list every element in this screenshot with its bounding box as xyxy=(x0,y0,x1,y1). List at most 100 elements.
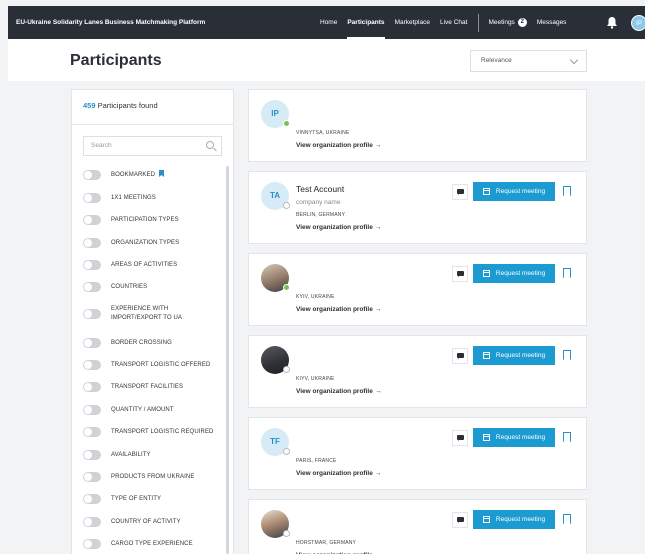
view-profile-link[interactable]: View organization profile→ xyxy=(296,470,381,477)
chat-button[interactable] xyxy=(452,430,468,446)
request-meeting-label: Request meeting xyxy=(495,516,546,523)
bell-icon[interactable] xyxy=(606,16,618,29)
filter-areas-of-activities[interactable]: AREAS OF ACTIVITIES xyxy=(83,260,177,270)
filter-1x1-meetings[interactable]: 1X1 MEETINGS xyxy=(83,193,156,203)
filter-bookmarked[interactable]: BOOKMARKED xyxy=(83,170,165,180)
arrow-right-icon: → xyxy=(374,142,382,149)
search-input[interactable]: Search xyxy=(83,136,222,156)
chat-button[interactable] xyxy=(452,184,468,200)
request-meeting-label: Request meeting xyxy=(495,352,546,359)
filter-toggle[interactable] xyxy=(83,193,101,203)
nav-participants[interactable]: Participants xyxy=(347,6,385,39)
view-profile-label: View organization profile xyxy=(296,142,373,149)
filter-toggle[interactable] xyxy=(83,338,101,348)
request-meeting-button[interactable]: Request meeting xyxy=(473,264,555,283)
filter-border-crossing[interactable]: BORDER CROSSING xyxy=(83,338,172,348)
view-profile-link[interactable]: View organization profile→ xyxy=(296,306,381,313)
offline-status-dot xyxy=(283,202,290,209)
request-meeting-label: Request meeting xyxy=(495,434,546,441)
avatar-initials: TA xyxy=(269,191,281,200)
calendar-icon xyxy=(482,516,490,523)
filter-label: PARTICIPATION TYPES xyxy=(111,216,179,223)
request-meeting-button[interactable]: Request meeting xyxy=(473,182,555,201)
filter-products-from-ukraine[interactable]: PRODUCTS FROM UKRAINE xyxy=(83,472,194,482)
filter-import-export-experience[interactable]: EXPERIENCE WITH IMPORT/EXPORT TO UA xyxy=(83,305,201,323)
filter-country-of-activity[interactable]: COUNTRY OF ACTIVITY xyxy=(83,517,181,527)
filter-toggle[interactable] xyxy=(83,282,101,292)
nav-marketplace[interactable]: Marketplace xyxy=(395,6,430,39)
nav-meetings-label: Meetings xyxy=(488,19,515,26)
filter-availability[interactable]: AVAILABILITY xyxy=(83,450,151,460)
filter-transport-logistic-required[interactable]: TRANSPORT LOGISTIC REQUIRED xyxy=(83,427,214,437)
platform-title[interactable]: EU-Ukraine Solidarity Lanes Business Mat… xyxy=(16,19,205,26)
filter-toggle[interactable] xyxy=(83,238,101,248)
filter-toggle[interactable] xyxy=(83,450,101,460)
participant-card: TA Test Account company name BERLIN, GER… xyxy=(248,171,587,244)
bookmark-icon[interactable] xyxy=(563,186,571,196)
sort-dropdown[interactable]: Relevance xyxy=(470,50,587,72)
filter-participation-types[interactable]: PARTICIPATION TYPES xyxy=(83,215,179,225)
participant-avatar[interactable]: TF xyxy=(261,428,290,456)
online-status-dot xyxy=(283,284,290,291)
participant-avatar[interactable]: IP xyxy=(261,100,290,128)
chat-button[interactable] xyxy=(452,266,468,282)
participant-name[interactable]: Test Account xyxy=(296,184,344,194)
filter-organization-types[interactable]: ORGANIZATION TYPES xyxy=(83,238,179,248)
view-profile-label: View organization profile xyxy=(296,306,373,313)
nav-messages[interactable]: Messages xyxy=(537,6,567,39)
request-meeting-button[interactable]: Request meeting xyxy=(473,428,555,447)
filter-toggle[interactable] xyxy=(83,405,101,415)
request-meeting-button[interactable]: Request meeting xyxy=(473,346,555,365)
view-profile-link[interactable]: View organization profile→ xyxy=(296,388,381,395)
results-count-label: Participants found xyxy=(97,101,158,110)
filter-label: AREAS OF ACTIVITIES xyxy=(111,261,178,268)
participant-avatar[interactable] xyxy=(261,510,290,538)
filter-transport-logistic-offered[interactable]: TRANSPORT LOGISTIC OFFERED xyxy=(83,360,210,370)
filter-toggle[interactable] xyxy=(83,360,101,370)
nav-meetings[interactable]: Meetings 2 xyxy=(488,6,527,39)
filter-toggle[interactable] xyxy=(83,494,101,504)
filter-label: TRANSPORT LOGISTIC OFFERED xyxy=(111,361,211,368)
bookmark-icon[interactable] xyxy=(563,268,571,278)
page-title: Participants xyxy=(70,52,162,69)
participant-card: KYIV, UKRAINE View organization profile →… xyxy=(248,253,587,326)
request-meeting-button[interactable]: Request meeting xyxy=(473,510,555,529)
filter-toggle[interactable] xyxy=(83,215,101,225)
bookmark-icon[interactable] xyxy=(563,514,571,524)
filter-countries[interactable]: COUNTRIES xyxy=(83,282,147,292)
filter-toggle[interactable] xyxy=(83,539,101,549)
filters-scrollbar[interactable] xyxy=(226,166,229,554)
participant-avatar[interactable] xyxy=(261,264,290,292)
filter-toggle[interactable] xyxy=(83,382,101,392)
view-profile-link[interactable]: View organization profile→ xyxy=(296,224,381,231)
bookmark-icon[interactable] xyxy=(563,350,571,360)
filter-toggle[interactable] xyxy=(83,309,101,319)
filter-toggle[interactable] xyxy=(83,517,101,527)
filter-toggle[interactable] xyxy=(83,260,101,270)
participant-avatar[interactable] xyxy=(261,346,290,374)
nav-divider xyxy=(478,13,480,32)
divider xyxy=(71,124,234,125)
search-icon[interactable] xyxy=(206,141,214,149)
filter-transport-facilities[interactable]: TRANSPORT FACILITIES xyxy=(83,382,183,392)
user-avatar[interactable]: IP xyxy=(631,15,645,31)
chat-button[interactable] xyxy=(452,348,468,364)
filter-label: EXPERIENCE WITH IMPORT/EXPORT TO UA xyxy=(111,306,183,321)
filter-label: 1X1 MEETINGS xyxy=(111,194,156,201)
nav-live-chat[interactable]: Live Chat xyxy=(440,6,467,39)
filter-cargo-type-experience[interactable]: CARGO TYPE EXPERIENCE xyxy=(83,539,193,549)
arrow-right-icon: → xyxy=(374,306,382,313)
bookmark-icon[interactable] xyxy=(563,432,571,442)
filter-toggle[interactable] xyxy=(83,170,101,180)
participant-avatar[interactable]: TA xyxy=(261,182,290,210)
chat-button[interactable] xyxy=(452,512,468,528)
filter-toggle[interactable] xyxy=(83,472,101,482)
calendar-icon xyxy=(482,352,490,359)
nav-home[interactable]: Home xyxy=(320,6,337,39)
meetings-count-badge: 2 xyxy=(517,18,527,27)
view-profile-link[interactable]: View organization profile→ xyxy=(296,142,381,149)
filter-toggle[interactable] xyxy=(83,427,101,437)
filter-type-of-entity[interactable]: TYPE OF ENTITY xyxy=(83,494,161,504)
filter-quantity-amount[interactable]: QUANTITY / AMOUNT xyxy=(83,405,174,415)
participant-location: BERLIN, GERMANY xyxy=(296,212,346,218)
